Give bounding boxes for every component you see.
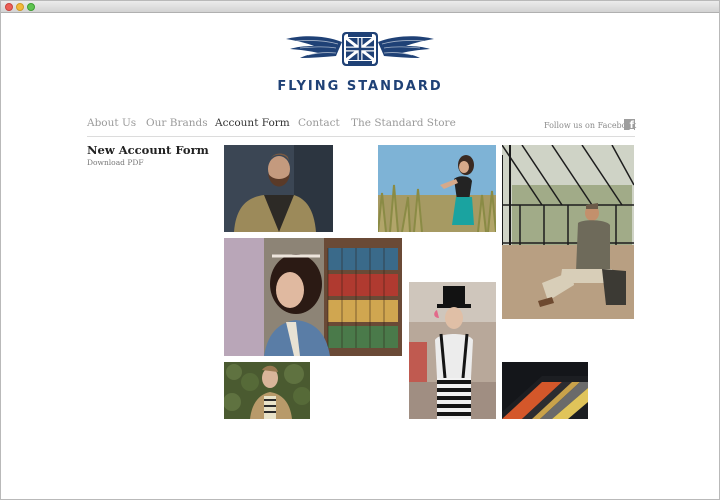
man-in-hedge-photo[interactable] bbox=[224, 362, 310, 419]
follow-facebook-label[interactable]: Follow us on Facebook bbox=[544, 121, 636, 130]
woman-top-hat-photo[interactable] bbox=[409, 282, 496, 419]
striped-fabric-photo[interactable] bbox=[502, 362, 588, 419]
man-in-greenhouse-photo[interactable] bbox=[502, 145, 634, 319]
browser-window: FLYING STANDARD About Us Our Brands Acco… bbox=[0, 0, 720, 500]
nav-item-account-form[interactable]: Account Form bbox=[215, 117, 290, 129]
flying-standard-logo-icon[interactable] bbox=[284, 29, 436, 71]
download-pdf-link[interactable]: Download PDF bbox=[87, 158, 144, 167]
nav-divider bbox=[87, 136, 635, 137]
facebook-icon[interactable]: f bbox=[624, 119, 635, 130]
nav-item-the-standard-store[interactable]: The Standard Store bbox=[351, 117, 456, 129]
woman-in-grass-photo[interactable] bbox=[378, 145, 496, 232]
zoom-window-button[interactable] bbox=[27, 3, 35, 11]
window-titlebar bbox=[1, 1, 719, 13]
page-title: New Account Form bbox=[87, 143, 209, 157]
minimize-window-button[interactable] bbox=[16, 3, 24, 11]
site-name: FLYING STANDARD bbox=[277, 79, 443, 94]
nav-item-our-brands[interactable]: Our Brands bbox=[146, 117, 208, 129]
woman-bob-haircut-photo[interactable] bbox=[224, 238, 402, 356]
nav-item-contact[interactable]: Contact bbox=[298, 117, 340, 129]
close-window-button[interactable] bbox=[5, 3, 13, 11]
nav-item-about-us[interactable]: About Us bbox=[87, 117, 136, 129]
bearded-man-jacket-photo[interactable] bbox=[224, 145, 333, 232]
